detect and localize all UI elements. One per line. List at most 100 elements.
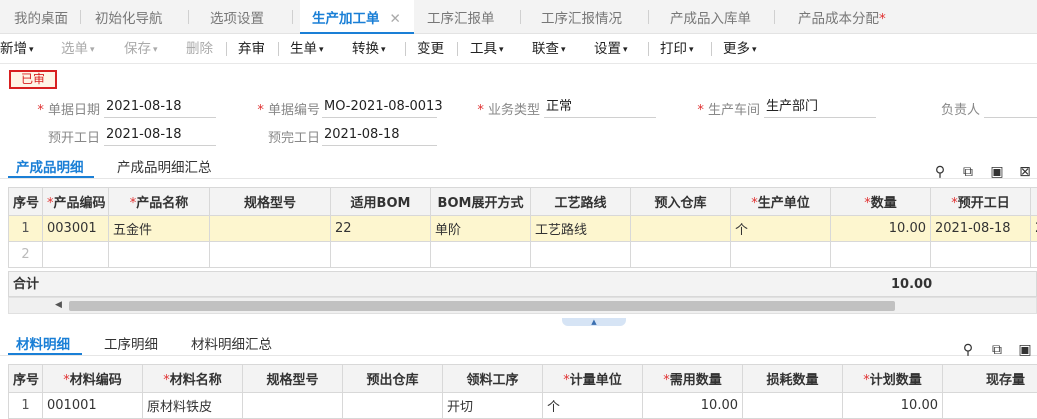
cell-unit[interactable]: 个 bbox=[731, 216, 831, 242]
tab-product-inbound[interactable]: 产成品入库单 bbox=[670, 0, 751, 34]
tab-cost-allocation[interactable]: 产品成本分配* bbox=[798, 0, 886, 34]
new-button[interactable]: 新增▾ bbox=[0, 34, 34, 64]
cell-bom-expand[interactable]: 单阶 bbox=[431, 216, 531, 242]
paste-icon[interactable]: ▣ bbox=[1017, 342, 1033, 358]
col-header[interactable]: 预入仓库 bbox=[631, 188, 731, 216]
settings-button[interactable]: 设置▾ bbox=[594, 34, 628, 64]
cell-product-code[interactable]: 003001 bbox=[43, 216, 109, 242]
tab-material-detail[interactable]: 材料明细 bbox=[16, 333, 70, 353]
cell-empty[interactable] bbox=[531, 242, 631, 268]
print-button[interactable]: 打印▾ bbox=[660, 34, 694, 64]
cell-stock[interactable] bbox=[943, 393, 1037, 419]
col-header[interactable]: *材料名称 bbox=[143, 365, 243, 393]
cell-empty[interactable] bbox=[109, 242, 210, 268]
cell-material-code[interactable]: 001001 bbox=[43, 393, 143, 419]
location-icon[interactable]: ⚲ bbox=[932, 164, 948, 180]
generate-button[interactable]: 生单▾ bbox=[290, 34, 324, 64]
col-header[interactable]: 规格型号 bbox=[210, 188, 331, 216]
table-row[interactable]: 1 001001 原材料铁皮 开切 个 10.00 10.00 bbox=[9, 393, 1037, 419]
tools-button[interactable]: 工具▾ bbox=[470, 34, 504, 64]
cell-spec[interactable] bbox=[243, 393, 343, 419]
doc-no-field[interactable]: MO-2021-08-0013 bbox=[322, 96, 437, 118]
tab-production-order[interactable]: 生产加工单✕ bbox=[300, 0, 414, 34]
plan-end-field[interactable]: 2021-08-18 bbox=[322, 124, 437, 146]
col-header[interactable]: *生产单位 bbox=[731, 188, 831, 216]
col-header[interactable]: *预开工日 bbox=[931, 188, 1031, 216]
cell-loss-qty[interactable] bbox=[743, 393, 843, 419]
cell-plan-qty[interactable]: 10.00 bbox=[843, 393, 943, 419]
copy-icon[interactable]: ⧉ bbox=[989, 342, 1005, 358]
delete-row-icon[interactable]: ⊠ bbox=[1017, 164, 1033, 180]
cell-unit[interactable]: 个 bbox=[543, 393, 643, 419]
workshop-field[interactable]: 生产部门 bbox=[764, 96, 876, 118]
delete-button[interactable]: 删除 bbox=[186, 34, 213, 64]
tab-process-detail[interactable]: 工序明细 bbox=[104, 333, 158, 353]
cell-material-name[interactable]: 原材料铁皮 bbox=[143, 393, 243, 419]
cell-warehouse[interactable] bbox=[631, 216, 731, 242]
col-header[interactable]: *数量 bbox=[831, 188, 931, 216]
col-header[interactable]: 现存量 bbox=[943, 365, 1037, 393]
col-header[interactable]: *需用数量 bbox=[643, 365, 743, 393]
more-button[interactable]: 更多▾ bbox=[723, 34, 757, 64]
cell-quantity[interactable]: 10.00 bbox=[831, 216, 931, 242]
col-header[interactable]: *计量单位 bbox=[543, 365, 643, 393]
unapprove-button[interactable]: 弃审 bbox=[238, 34, 265, 64]
plan-start-field[interactable]: 2021-08-18 bbox=[104, 124, 216, 146]
cell-need-qty[interactable]: 10.00 bbox=[643, 393, 743, 419]
tab-product-summary[interactable]: 产成品明细汇总 bbox=[117, 156, 212, 176]
cell-empty[interactable] bbox=[831, 242, 931, 268]
cell-route[interactable]: 工艺路线 bbox=[531, 216, 631, 242]
tab-material-summary[interactable]: 材料明细汇总 bbox=[191, 333, 272, 353]
col-header[interactable]: 预出仓库 bbox=[343, 365, 443, 393]
col-header[interactable]: 工艺路线 bbox=[531, 188, 631, 216]
cell-empty[interactable] bbox=[931, 242, 1031, 268]
biz-type-field[interactable]: 正常 bbox=[544, 96, 656, 118]
cell-process[interactable]: 开切 bbox=[443, 393, 543, 419]
horizontal-scrollbar[interactable]: ◀ bbox=[8, 297, 1037, 314]
close-icon[interactable]: ✕ bbox=[390, 11, 401, 27]
tab-options[interactable]: 选项设置 bbox=[210, 0, 264, 34]
tab-product-detail[interactable]: 产成品明细 bbox=[16, 156, 84, 176]
cell-empty[interactable] bbox=[210, 242, 331, 268]
doc-date-field[interactable]: 2021-08-18 bbox=[104, 96, 216, 118]
cell-empty[interactable] bbox=[43, 242, 109, 268]
cell-empty[interactable] bbox=[431, 242, 531, 268]
col-header[interactable]: *计划数量 bbox=[843, 365, 943, 393]
change-button[interactable]: 变更 bbox=[417, 34, 444, 64]
cell-overflow[interactable]: 2 bbox=[1031, 216, 1037, 242]
col-header[interactable]: BOM展开方式 bbox=[431, 188, 531, 216]
col-header[interactable]: 损耗数量 bbox=[743, 365, 843, 393]
cell-spec[interactable] bbox=[210, 216, 331, 242]
col-header[interactable]: *产品编码 bbox=[43, 188, 109, 216]
tab-desktop[interactable]: 我的桌面 bbox=[14, 0, 68, 34]
col-header[interactable]: *材料编码 bbox=[43, 365, 143, 393]
tab-init-guide[interactable]: 初始化导航 bbox=[95, 0, 163, 34]
scroll-left-icon[interactable]: ◀ bbox=[55, 300, 62, 310]
convert-button[interactable]: 转换▾ bbox=[352, 34, 386, 64]
col-header[interactable]: 领料工序 bbox=[443, 365, 543, 393]
cell-empty[interactable] bbox=[731, 242, 831, 268]
tab-process-status[interactable]: 工序汇报情况 bbox=[541, 0, 622, 34]
cell-warehouse[interactable] bbox=[343, 393, 443, 419]
col-header[interactable]: *产品名称 bbox=[109, 188, 210, 216]
scrollbar-thumb[interactable] bbox=[69, 301, 895, 311]
cell-empty[interactable] bbox=[1031, 242, 1037, 268]
owner-field[interactable] bbox=[984, 96, 1037, 118]
location-icon[interactable]: ⚲ bbox=[960, 342, 976, 358]
cell-plan-start[interactable]: 2021-08-18 bbox=[931, 216, 1031, 242]
collapse-splitter[interactable]: ▲ bbox=[562, 318, 626, 326]
cell-empty[interactable] bbox=[631, 242, 731, 268]
table-row[interactable]: 1 003001 五金件 22 单阶 工艺路线 个 10.00 2021-08-… bbox=[9, 216, 1037, 242]
cell-empty[interactable] bbox=[331, 242, 431, 268]
query-button[interactable]: 联查▾ bbox=[532, 34, 566, 64]
col-header[interactable]: 规格型号 bbox=[243, 365, 343, 393]
cell-bom[interactable]: 22 bbox=[331, 216, 431, 242]
table-row[interactable]: 2 bbox=[9, 242, 1037, 268]
select-button[interactable]: 选单▾ bbox=[61, 34, 95, 64]
tab-process-report[interactable]: 工序汇报单 bbox=[427, 0, 495, 34]
col-header[interactable]: 适用BOM bbox=[331, 188, 431, 216]
copy-icon[interactable]: ⧉ bbox=[960, 164, 976, 180]
paste-icon[interactable]: ▣ bbox=[989, 164, 1005, 180]
save-button[interactable]: 保存▾ bbox=[124, 34, 158, 64]
cell-product-name[interactable]: 五金件 bbox=[109, 216, 210, 242]
